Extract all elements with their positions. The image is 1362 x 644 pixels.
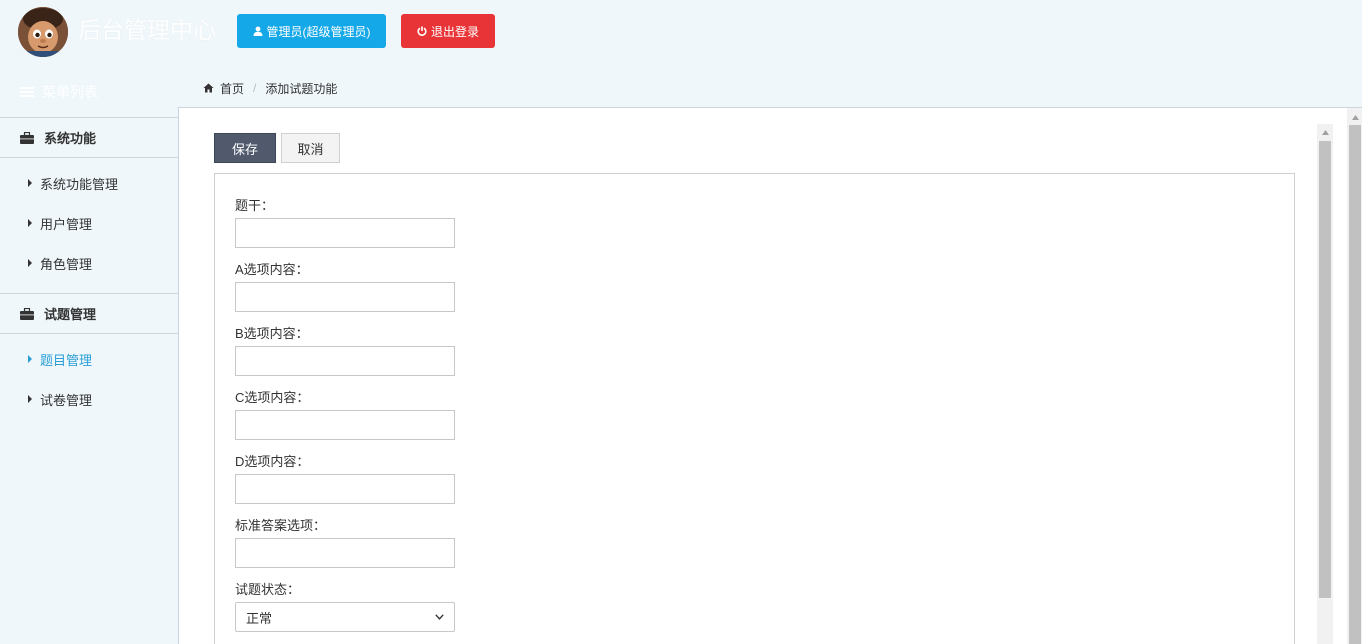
inner-scrollbar[interactable] xyxy=(1317,124,1333,644)
scroll-up-arrow-icon[interactable] xyxy=(1317,124,1333,140)
caret-right-icon xyxy=(28,395,32,403)
sidebar-item-label: 试卷管理 xyxy=(40,392,93,408)
menu-list-label: 菜单列表 xyxy=(42,84,98,100)
question-status-selected-value: 正常 xyxy=(246,610,273,626)
sidebar-item-label: 题目管理 xyxy=(40,352,93,368)
sidebar-item-role-manage[interactable]: 角色管理 xyxy=(0,243,178,283)
option-b-input[interactable] xyxy=(235,346,455,376)
menu-list-title: 菜单列表 xyxy=(20,82,98,102)
sidebar-item-user-manage[interactable]: 用户管理 xyxy=(0,203,178,243)
sidebar: 系统功能 系统功能管理 用户管理 角色管理 试题管理 题目管理 试卷管理 xyxy=(0,117,178,644)
sidebar-item-label: 用户管理 xyxy=(40,216,93,232)
breadcrumb-home-link[interactable]: 首页 xyxy=(220,80,244,97)
answer-option-input[interactable] xyxy=(235,538,455,568)
question-status-label: 试题状态： xyxy=(235,582,301,597)
sidebar-item-label: 系统功能管理 xyxy=(40,176,119,192)
outer-scrollbar-thumb[interactable] xyxy=(1349,125,1361,644)
add-question-form: 题干： A选项内容： B选项内容： C选项内容： D选项内容： 标准答案选项： … xyxy=(214,173,1295,644)
cancel-button[interactable]: 取消 xyxy=(281,133,340,163)
save-button[interactable]: 保存 xyxy=(214,133,276,163)
sidebar-group-label: 试题管理 xyxy=(44,307,97,322)
chevron-down-icon xyxy=(435,614,444,620)
option-a-label: A选项内容： xyxy=(235,262,309,277)
inner-scrollbar-thumb[interactable] xyxy=(1319,141,1331,598)
option-d-label: D选项内容： xyxy=(235,454,310,469)
question-status-select[interactable]: 正常 xyxy=(235,602,455,632)
admin-button-label: 管理员(超级管理员) xyxy=(266,24,371,39)
sidebar-group-system[interactable]: 系统功能 xyxy=(0,117,178,158)
list-icon xyxy=(20,87,34,97)
sidebar-sublist-system: 系统功能管理 用户管理 角色管理 xyxy=(0,158,178,293)
top-header: 后台管理中心 管理员(超级管理员) 退出登录 xyxy=(0,0,1362,62)
caret-right-icon xyxy=(28,179,32,187)
caret-right-icon xyxy=(28,259,32,267)
logout-button-label: 退出登录 xyxy=(430,24,479,39)
option-d-input[interactable] xyxy=(235,474,455,504)
sidebar-item-question-manage[interactable]: 题目管理 xyxy=(0,339,178,379)
caret-right-icon xyxy=(28,355,32,363)
option-a-input[interactable] xyxy=(235,282,455,312)
site-title: 后台管理中心 xyxy=(78,17,216,43)
sidebar-group-questions[interactable]: 试题管理 xyxy=(0,293,178,334)
briefcase-icon xyxy=(20,307,34,320)
main-content-panel: 保存 取消 题干： A选项内容： B选项内容： C选项内容： D选项内容： 标准… xyxy=(178,107,1362,644)
outer-scrollbar[interactable] xyxy=(1347,108,1362,644)
option-b-label: B选项内容： xyxy=(235,326,309,341)
scroll-up-arrow-icon[interactable] xyxy=(1347,112,1362,122)
avatar xyxy=(18,7,68,57)
answer-option-label: 标准答案选项： xyxy=(235,518,327,533)
option-c-label: C选项内容： xyxy=(235,390,310,405)
logout-button[interactable]: 退出登录 xyxy=(401,14,495,48)
home-icon xyxy=(203,83,214,93)
breadcrumb-current: 添加试题功能 xyxy=(265,81,338,96)
sidebar-item-system-function-manage[interactable]: 系统功能管理 xyxy=(0,163,178,203)
breadcrumb: 首页 / 添加试题功能 xyxy=(203,80,337,96)
sidebar-item-paper-manage[interactable]: 试卷管理 xyxy=(0,379,178,419)
option-c-input[interactable] xyxy=(235,410,455,440)
question-stem-input[interactable] xyxy=(235,218,455,248)
breadcrumb-separator: / xyxy=(253,81,257,95)
briefcase-icon xyxy=(20,131,34,144)
user-icon xyxy=(253,26,262,36)
avatar-cartoon-image xyxy=(18,7,68,57)
power-icon xyxy=(417,26,427,36)
caret-right-icon xyxy=(28,219,32,227)
sidebar-group-label: 系统功能 xyxy=(44,131,97,146)
admin-profile-button[interactable]: 管理员(超级管理员) xyxy=(237,14,386,48)
question-stem-label: 题干： xyxy=(235,198,275,213)
sidebar-item-label: 角色管理 xyxy=(40,256,93,272)
sidebar-sublist-questions: 题目管理 试卷管理 xyxy=(0,334,178,429)
